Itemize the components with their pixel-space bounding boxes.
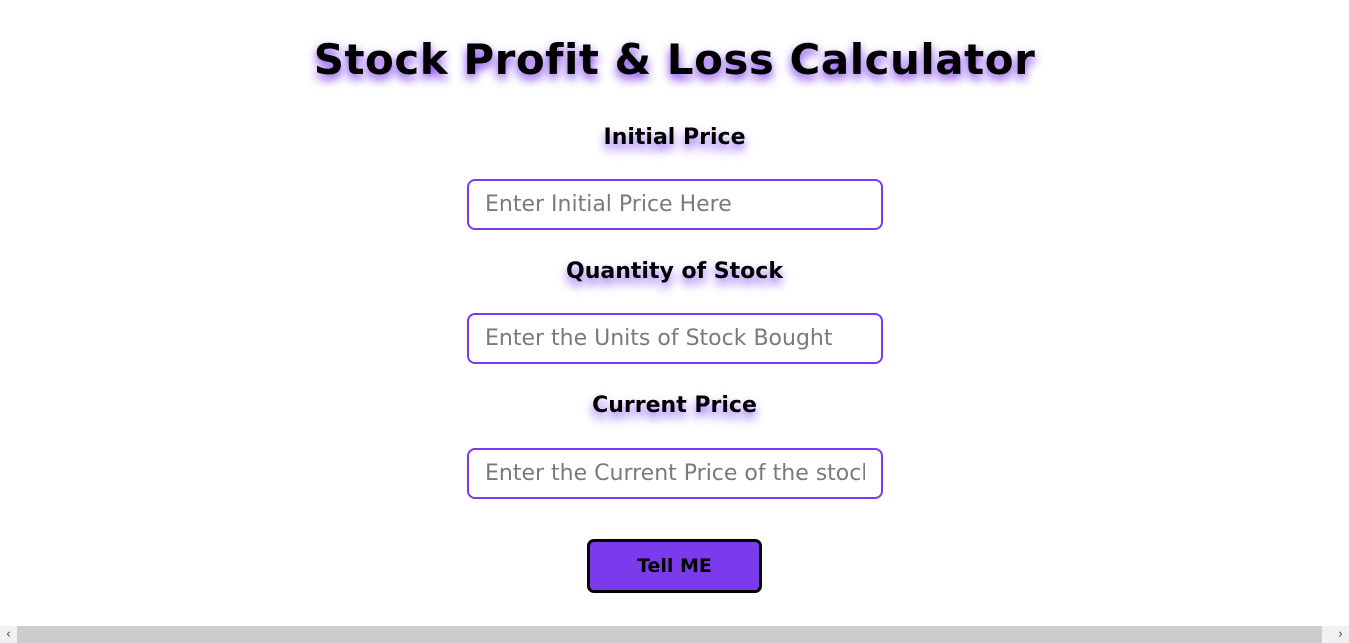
quantity-label: Quantity of Stock bbox=[566, 259, 783, 284]
chevron-left-icon[interactable]: ‹ bbox=[0, 626, 17, 643]
initial-price-label: Initial Price bbox=[603, 125, 746, 150]
current-price-label: Current Price bbox=[592, 393, 757, 418]
initial-price-input[interactable] bbox=[467, 179, 883, 230]
page-title: Stock Profit & Loss Calculator bbox=[313, 35, 1036, 84]
tell-me-button[interactable]: Tell ME bbox=[587, 539, 762, 593]
quantity-input[interactable] bbox=[467, 313, 883, 364]
page: Stock Profit & Loss Calculator Initial P… bbox=[0, 0, 1349, 643]
current-price-input[interactable] bbox=[467, 448, 883, 499]
chevron-right-icon[interactable]: › bbox=[1332, 626, 1349, 643]
scrollbar-thumb[interactable] bbox=[17, 626, 1322, 643]
horizontal-scrollbar[interactable]: ‹ › bbox=[0, 626, 1349, 643]
